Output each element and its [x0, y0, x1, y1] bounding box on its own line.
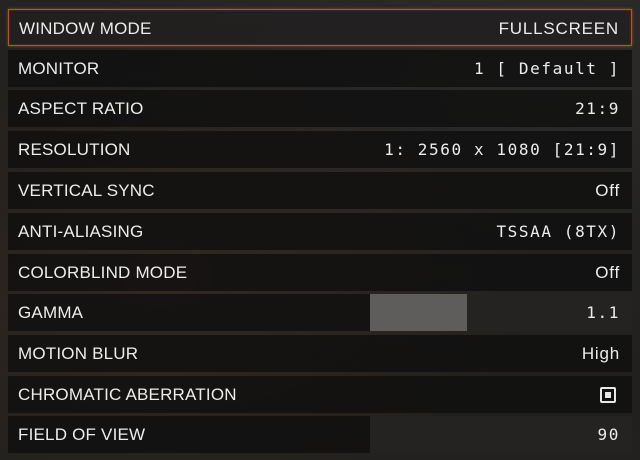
setting-label-window-mode: WINDOW MODE: [19, 19, 152, 38]
checkbox-mark: [605, 392, 611, 398]
setting-label-anti-aliasing: ANTI-ALIASING: [18, 222, 144, 241]
setting-row-resolution[interactable]: RESOLUTION 1: 2560 x 1080 [21:9]: [8, 131, 632, 168]
setting-row-anti-aliasing[interactable]: ANTI-ALIASING TSSAA (8TX): [8, 213, 632, 250]
setting-value-monitor: 1 [ Default ]: [473, 59, 620, 78]
setting-label-monitor: MONITOR: [18, 59, 100, 78]
setting-value-gamma: 1.1: [586, 303, 620, 322]
video-settings-list: WINDOW MODE FULLSCREEN MONITOR 1 [ Defau…: [0, 0, 640, 460]
setting-row-motion-blur[interactable]: MOTION BLUR High: [8, 335, 632, 372]
setting-row-colorblind-mode[interactable]: COLORBLIND MODE Off: [8, 254, 632, 291]
setting-label-resolution: RESOLUTION: [18, 140, 131, 159]
setting-label-gamma: GAMMA: [18, 303, 84, 322]
setting-label-chromatic-aberration: CHROMATIC ABERRATION: [18, 385, 237, 404]
gamma-slider-fill: [370, 294, 467, 331]
setting-row-gamma[interactable]: GAMMA 1.1: [8, 294, 632, 331]
setting-label-colorblind-mode: COLORBLIND MODE: [18, 263, 188, 282]
setting-value-motion-blur: High: [581, 344, 620, 363]
setting-label-vertical-sync: VERTICAL SYNC: [18, 181, 155, 200]
setting-value-vertical-sync: Off: [595, 181, 620, 200]
setting-value-window-mode: FULLSCREEN: [498, 19, 619, 38]
setting-value-colorblind-mode: Off: [595, 263, 620, 282]
setting-row-aspect-ratio[interactable]: ASPECT RATIO 21:9: [8, 90, 632, 127]
setting-label-field-of-view: FIELD OF VIEW: [18, 425, 146, 444]
setting-row-vertical-sync[interactable]: VERTICAL SYNC Off: [8, 172, 632, 209]
setting-row-monitor[interactable]: MONITOR 1 [ Default ]: [8, 50, 632, 87]
setting-label-aspect-ratio: ASPECT RATIO: [18, 99, 144, 118]
setting-value-aspect-ratio: 21:9: [575, 99, 620, 118]
setting-value-field-of-view: 90: [597, 425, 620, 444]
setting-row-chromatic-aberration[interactable]: CHROMATIC ABERRATION: [8, 376, 632, 413]
setting-value-resolution: 1: 2560 x 1080 [21:9]: [384, 140, 620, 159]
setting-row-field-of-view[interactable]: FIELD OF VIEW 90: [8, 416, 632, 453]
field-of-view-slider[interactable]: [370, 416, 632, 453]
setting-row-window-mode[interactable]: WINDOW MODE FULLSCREEN: [8, 9, 632, 46]
setting-label-motion-blur: MOTION BLUR: [18, 344, 139, 363]
checkbox-checked-icon[interactable]: [600, 387, 616, 403]
setting-value-anti-aliasing: TSSAA (8TX): [496, 222, 620, 241]
